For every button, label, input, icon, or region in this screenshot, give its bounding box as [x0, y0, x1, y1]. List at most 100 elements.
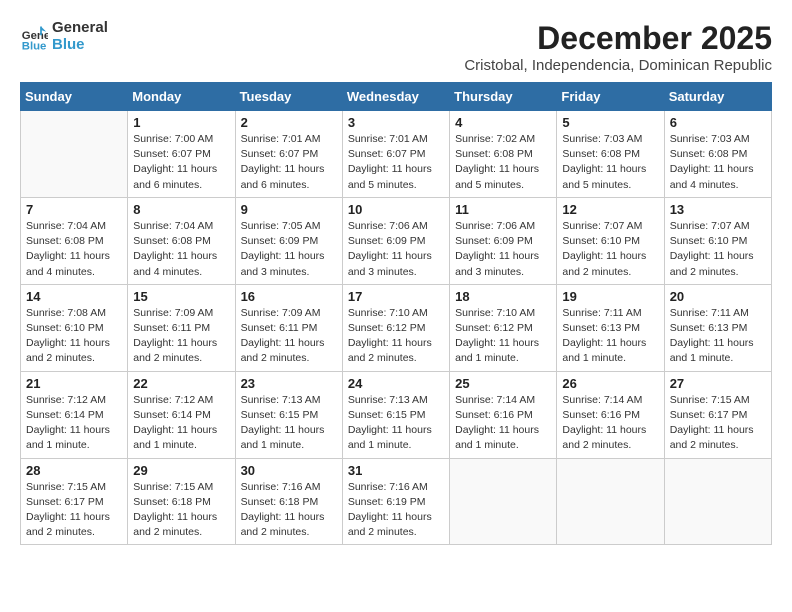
calendar-cell: 14Sunrise: 7:08 AMSunset: 6:10 PMDayligh…	[21, 284, 128, 371]
day-info: Sunrise: 7:11 AMSunset: 6:13 PMDaylight:…	[670, 306, 766, 367]
logo-general-text: General	[52, 20, 108, 37]
calendar-cell: 18 Sunrise: 7:10 AMSunset: 6:12 PMDayligh…	[450, 284, 557, 371]
day-number: 13	[670, 202, 766, 217]
logo-blue-text: Blue	[52, 37, 108, 54]
calendar-week-2: 7 Sunrise: 7:04 AMSunset: 6:08 PMDaylight…	[21, 197, 772, 284]
page-header: General Blue General Blue December 2025 …	[20, 20, 772, 74]
day-info: Sunrise: 7:10 AMSunset: 6:12 PMDaylight:…	[348, 306, 444, 367]
day-info: Sunrise: 7:16 AMSunset: 6:18 PMDaylight:…	[241, 480, 337, 541]
day-number: 8	[133, 202, 229, 217]
day-number: 22	[133, 376, 229, 391]
day-info: Sunrise: 7:13 AMSunset: 6:15 PMDaylight:…	[348, 393, 444, 454]
day-info: Sunrise: 7:06 AMSunset: 6:09 PMDaylight:…	[455, 219, 551, 280]
calendar-header-thursday: Thursday	[450, 83, 557, 111]
day-info: Sunrise: 7:05 AMSunset: 6:09 PMDaylight:…	[241, 219, 337, 280]
day-number: 11	[455, 202, 551, 217]
day-number: 2	[241, 115, 337, 130]
day-number: 5	[562, 115, 658, 130]
day-info: Sunrise: 7:16 AMSunset: 6:19 PMDaylight:…	[348, 480, 444, 541]
day-number: 28	[26, 463, 122, 478]
calendar-cell: 25 Sunrise: 7:14 AMSunset: 6:16 PMDayligh…	[450, 371, 557, 458]
day-info: Sunrise: 7:07 AMSunset: 6:10 PMDaylight:…	[670, 219, 766, 280]
day-info: Sunrise: 7:06 AMSunset: 6:09 PMDaylight:…	[348, 219, 444, 280]
day-info: Sunrise: 7:00 AMSunset: 6:07 PMDaylight:…	[133, 132, 229, 193]
day-number: 21	[26, 376, 122, 391]
month-title: December 2025	[464, 20, 772, 57]
day-number: 16	[241, 289, 337, 304]
day-info: Sunrise: 7:14 AMSunset: 6:16 PMDaylight:…	[562, 393, 658, 454]
logo-icon: General Blue	[20, 23, 48, 51]
calendar-cell: 23Sunrise: 7:13 AMSunset: 6:15 PMDayligh…	[235, 371, 342, 458]
day-number: 17	[348, 289, 444, 304]
calendar-header-sunday: Sunday	[21, 83, 128, 111]
day-info: Sunrise: 7:08 AMSunset: 6:10 PMDaylight:…	[26, 306, 122, 367]
day-info: Sunrise: 7:04 AMSunset: 6:08 PMDaylight:…	[133, 219, 229, 280]
calendar-cell: 28 Sunrise: 7:15 AMSunset: 6:17 PMDayligh…	[21, 458, 128, 545]
calendar-cell: 2 Sunrise: 7:01 AMSunset: 6:07 PMDaylight…	[235, 111, 342, 198]
calendar-cell: 16 Sunrise: 7:09 AMSunset: 6:11 PMDayligh…	[235, 284, 342, 371]
calendar-cell: 6Sunrise: 7:03 AMSunset: 6:08 PMDaylight…	[664, 111, 771, 198]
day-number: 26	[562, 376, 658, 391]
calendar-cell: 5Sunrise: 7:03 AMSunset: 6:08 PMDaylight…	[557, 111, 664, 198]
calendar-header-monday: Monday	[128, 83, 235, 111]
day-info: Sunrise: 7:11 AMSunset: 6:13 PMDaylight:…	[562, 306, 658, 367]
day-info: Sunrise: 7:02 AMSunset: 6:08 PMDaylight:…	[455, 132, 551, 193]
calendar-cell: 30 Sunrise: 7:16 AMSunset: 6:18 PMDayligh…	[235, 458, 342, 545]
day-number: 4	[455, 115, 551, 130]
logo: General Blue General Blue	[20, 20, 108, 53]
calendar-cell: 4 Sunrise: 7:02 AMSunset: 6:08 PMDaylight…	[450, 111, 557, 198]
day-info: Sunrise: 7:14 AMSunset: 6:16 PMDaylight:…	[455, 393, 551, 454]
day-number: 10	[348, 202, 444, 217]
calendar-cell: 24 Sunrise: 7:13 AMSunset: 6:15 PMDayligh…	[342, 371, 449, 458]
day-number: 18	[455, 289, 551, 304]
day-info: Sunrise: 7:07 AMSunset: 6:10 PMDaylight:…	[562, 219, 658, 280]
day-number: 15	[133, 289, 229, 304]
calendar-cell: 7 Sunrise: 7:04 AMSunset: 6:08 PMDaylight…	[21, 197, 128, 284]
day-number: 23	[241, 376, 337, 391]
calendar-cell: 20 Sunrise: 7:11 AMSunset: 6:13 PMDayligh…	[664, 284, 771, 371]
day-info: Sunrise: 7:09 AMSunset: 6:11 PMDaylight:…	[133, 306, 229, 367]
svg-text:Blue: Blue	[22, 40, 47, 51]
location: Cristobal, Independencia, Dominican Repu…	[464, 57, 772, 74]
calendar-cell	[664, 458, 771, 545]
calendar-cell: 19Sunrise: 7:11 AMSunset: 6:13 PMDayligh…	[557, 284, 664, 371]
day-info: Sunrise: 7:09 AMSunset: 6:11 PMDaylight:…	[241, 306, 337, 367]
day-number: 9	[241, 202, 337, 217]
day-number: 30	[241, 463, 337, 478]
calendar-cell	[21, 111, 128, 198]
day-number: 1	[133, 115, 229, 130]
calendar-cell: 15 Sunrise: 7:09 AMSunset: 6:11 PMDayligh…	[128, 284, 235, 371]
calendar-header-saturday: Saturday	[664, 83, 771, 111]
calendar-cell: 29Sunrise: 7:15 AMSunset: 6:18 PMDayligh…	[128, 458, 235, 545]
calendar-cell: 9 Sunrise: 7:05 AMSunset: 6:09 PMDaylight…	[235, 197, 342, 284]
title-block: December 2025 Cristobal, Independencia, …	[464, 20, 772, 74]
day-info: Sunrise: 7:01 AMSunset: 6:07 PMDaylight:…	[348, 132, 444, 193]
calendar-cell: 26 Sunrise: 7:14 AMSunset: 6:16 PMDayligh…	[557, 371, 664, 458]
calendar-week-5: 28 Sunrise: 7:15 AMSunset: 6:17 PMDayligh…	[21, 458, 772, 545]
calendar-table: SundayMondayTuesdayWednesdayThursdayFrid…	[20, 82, 772, 545]
calendar-cell: 1 Sunrise: 7:00 AMSunset: 6:07 PMDaylight…	[128, 111, 235, 198]
day-number: 31	[348, 463, 444, 478]
calendar-cell: 22 Sunrise: 7:12 AMSunset: 6:14 PMDayligh…	[128, 371, 235, 458]
day-info: Sunrise: 7:15 AMSunset: 6:17 PMDaylight:…	[26, 480, 122, 541]
calendar-cell: 21 Sunrise: 7:12 AMSunset: 6:14 PMDayligh…	[21, 371, 128, 458]
day-number: 12	[562, 202, 658, 217]
day-info: Sunrise: 7:12 AMSunset: 6:14 PMDaylight:…	[133, 393, 229, 454]
calendar-cell: 8 Sunrise: 7:04 AMSunset: 6:08 PMDaylight…	[128, 197, 235, 284]
day-info: Sunrise: 7:12 AMSunset: 6:14 PMDaylight:…	[26, 393, 122, 454]
day-info: Sunrise: 7:03 AMSunset: 6:08 PMDaylight:…	[670, 132, 766, 193]
day-info: Sunrise: 7:10 AMSunset: 6:12 PMDaylight:…	[455, 306, 551, 367]
calendar-header-tuesday: Tuesday	[235, 83, 342, 111]
day-number: 27	[670, 376, 766, 391]
day-number: 3	[348, 115, 444, 130]
calendar-cell: 27Sunrise: 7:15 AMSunset: 6:17 PMDayligh…	[664, 371, 771, 458]
day-number: 7	[26, 202, 122, 217]
calendar-week-3: 14Sunrise: 7:08 AMSunset: 6:10 PMDayligh…	[21, 284, 772, 371]
calendar-header-friday: Friday	[557, 83, 664, 111]
day-number: 25	[455, 376, 551, 391]
day-info: Sunrise: 7:04 AMSunset: 6:08 PMDaylight:…	[26, 219, 122, 280]
day-number: 20	[670, 289, 766, 304]
day-number: 24	[348, 376, 444, 391]
day-info: Sunrise: 7:01 AMSunset: 6:07 PMDaylight:…	[241, 132, 337, 193]
calendar-week-4: 21 Sunrise: 7:12 AMSunset: 6:14 PMDayligh…	[21, 371, 772, 458]
